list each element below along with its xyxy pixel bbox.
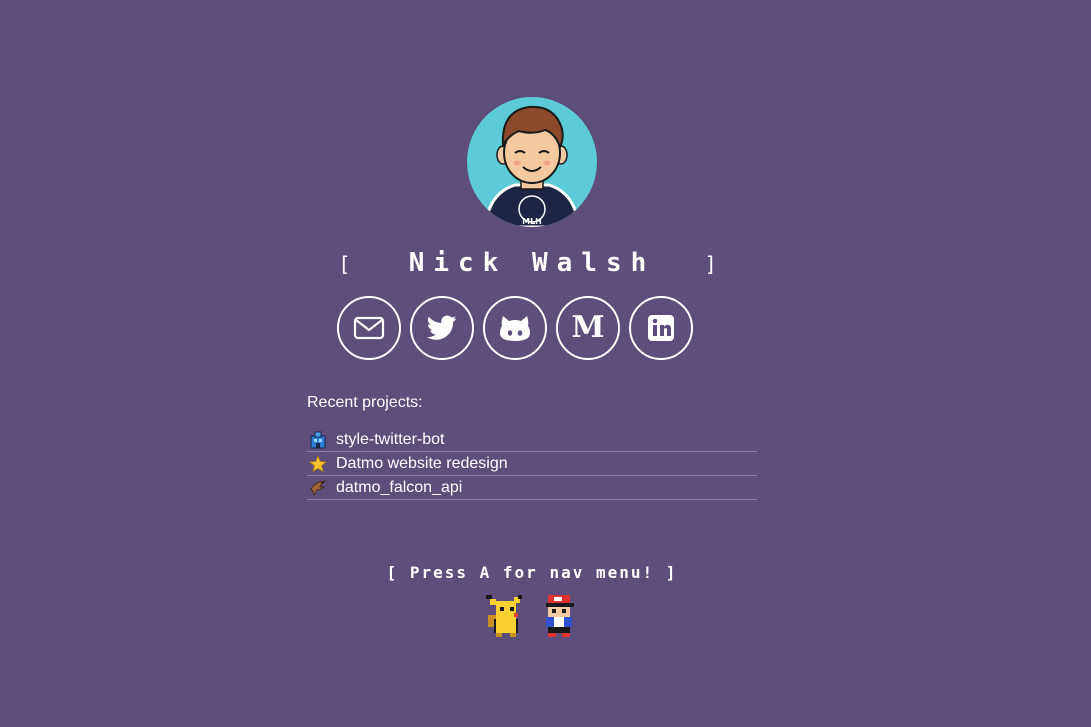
project-item-style-twitter-bot[interactable]: style-twitter-bot	[307, 428, 757, 452]
project-name: style-twitter-bot	[336, 430, 445, 448]
mail-icon	[353, 316, 385, 340]
name-bracket-close: ]	[704, 252, 726, 276]
falcon-icon	[308, 478, 328, 498]
avatar-illustration: MLH	[483, 105, 581, 227]
github-link-button[interactable]	[483, 296, 547, 360]
social-links: M	[337, 296, 693, 360]
email-link-button[interactable]	[337, 296, 401, 360]
star-icon	[308, 454, 328, 474]
blue-building-icon	[308, 430, 328, 450]
nav-menu-prompt[interactable]: [ Press A for nav menu! ]	[0, 563, 1064, 582]
medium-link-button[interactable]: M	[556, 296, 620, 360]
project-item-datmo-falcon-api[interactable]: datmo_falcon_api	[307, 476, 757, 500]
linkedin-icon	[648, 315, 674, 341]
github-icon	[500, 316, 530, 341]
twitter-link-button[interactable]	[410, 296, 474, 360]
medium-icon: M	[571, 310, 605, 345]
project-name: datmo_falcon_api	[336, 478, 463, 496]
pikachu-sprite-icon	[484, 593, 530, 639]
linkedin-link-button[interactable]	[629, 296, 693, 360]
recent-projects-heading: Recent projects:	[307, 394, 423, 411]
recent-projects-list: style-twitter-bot Datmo website redesign…	[307, 428, 757, 500]
trainer-sprite-icon	[540, 593, 580, 639]
twitter-icon	[427, 315, 457, 340]
pixel-sprites	[484, 593, 580, 639]
project-name: Datmo website redesign	[336, 454, 508, 472]
name-bracket-open: [	[338, 252, 360, 276]
profile-name: Nick Walsh	[408, 248, 656, 278]
profile-page: MLH [ Nick Walsh ] M Recent projects: st…	[0, 0, 1091, 727]
profile-name-heading: [ Nick Walsh ]	[0, 248, 1064, 278]
avatar: MLH	[467, 97, 597, 227]
avatar-shirt-text: MLH	[522, 217, 542, 226]
project-item-datmo-website-redesign[interactable]: Datmo website redesign	[307, 452, 757, 476]
